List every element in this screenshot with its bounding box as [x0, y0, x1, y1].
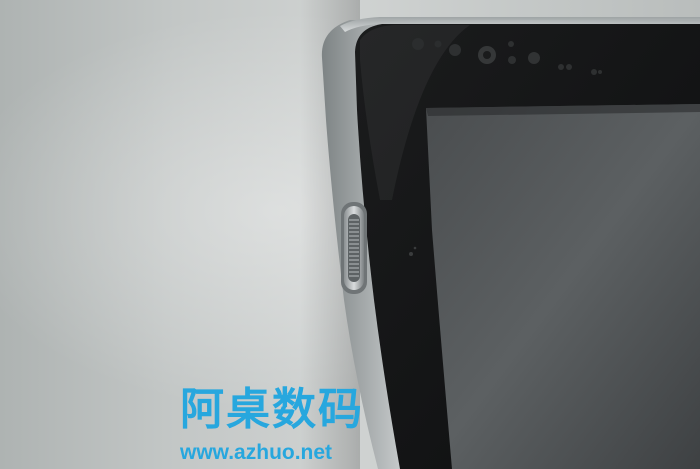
watermark-url: www.azhuo.net — [180, 441, 333, 464]
speaker-grille — [341, 202, 367, 294]
watermark-title: 阿桌数码 — [180, 384, 364, 435]
product-photo: 阿桌数码 www.azhuo.net — [0, 0, 700, 469]
